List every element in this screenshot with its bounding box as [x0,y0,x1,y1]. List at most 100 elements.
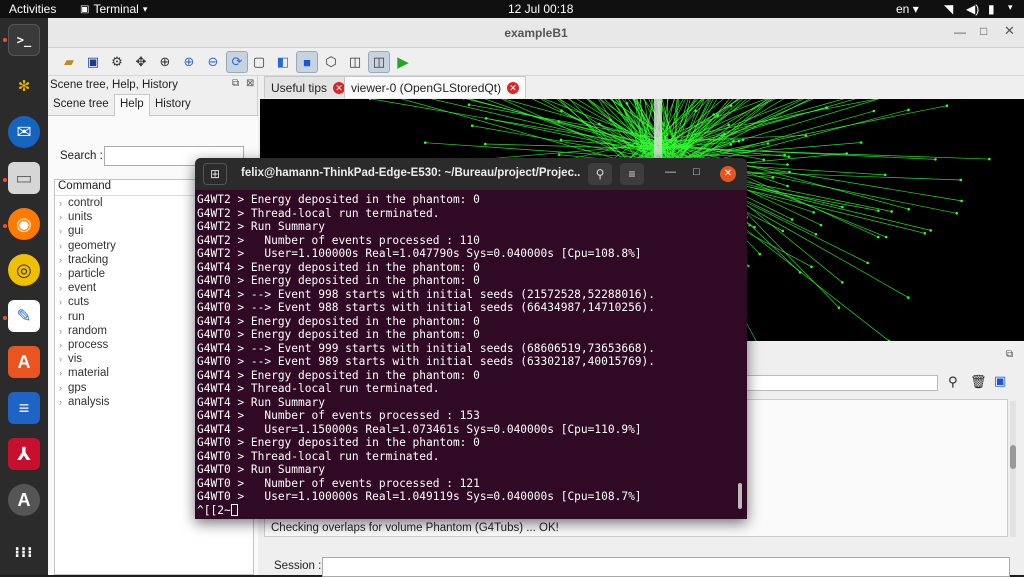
expand-arrow-icon[interactable]: › [59,198,62,208]
tree-item-geometry[interactable]: ›geometry [59,240,116,252]
zoom-out-icon[interactable]: ⊖ [202,51,224,73]
search-icon[interactable]: ⚲ [588,163,612,185]
firefox-dock-icon[interactable]: ◉ [8,208,40,240]
expand-arrow-icon[interactable]: › [59,397,62,407]
battery-icon[interactable]: ▮ [988,2,995,16]
tree-item-control[interactable]: ›control [59,197,103,209]
tree-item-analysis[interactable]: ›analysis [59,396,110,408]
hidden-line-icon[interactable]: ◧ [272,51,294,73]
tab-help[interactable]: Help [114,94,150,116]
expand-arrow-icon[interactable]: › [59,212,62,222]
tree-item-process[interactable]: ›process [59,339,108,351]
tab-viewer-0[interactable]: viewer-0 (OpenGLStoredQt) ✕ [344,76,526,98]
expand-arrow-icon[interactable]: › [59,297,62,307]
thunderbird-dock-icon[interactable]: ✉ [8,116,40,148]
expand-arrow-icon[interactable]: › [59,312,62,322]
expand-arrow-icon[interactable]: › [59,283,62,293]
tab-scene-tree[interactable]: Scene tree [50,98,112,110]
software-center-dock-icon[interactable]: A [8,346,40,378]
rhythmbox-dock-icon[interactable]: ◎ [8,254,40,286]
track-endpoint [877,209,880,212]
terminal-dock-icon[interactable]: >_ [8,24,40,56]
expand-arrow-icon[interactable]: › [59,269,62,279]
expand-arrow-icon[interactable]: › [59,226,62,236]
close-tab-icon[interactable]: ✕ [507,82,519,94]
ortho-selected-icon[interactable]: ◫ [368,51,390,73]
tree-item-units[interactable]: ›units [59,211,92,223]
ortho-icon[interactable]: ◫ [344,51,366,73]
expand-arrow-icon[interactable]: › [59,368,62,378]
text-editor-dock-icon[interactable]: ✎ [8,300,40,332]
solid-icon[interactable]: ■ [296,51,318,73]
maximize-icon[interactable]: □ [980,24,987,38]
close-icon[interactable]: ✕ [1004,23,1015,39]
wifi-icon[interactable]: ◥ [944,2,953,16]
tree-item-material[interactable]: ›material [59,367,109,379]
float-output-icon[interactable]: ⧉ [1006,349,1013,360]
expand-arrow-icon[interactable]: › [59,340,62,350]
save-output-icon[interactable]: ▣ [994,373,1006,389]
tab-history[interactable]: History [152,98,194,110]
track-endpoint [758,253,761,256]
app-menu[interactable]: ▣ Terminal ▾ [80,2,147,16]
tree-item-run[interactable]: ›run [59,311,85,323]
tab-useful-tips[interactable]: Useful tips ✕ [264,76,352,98]
show-apps-grid-icon[interactable]: ⁝⁝⁝ [8,536,40,568]
clock[interactable]: 12 Jul 00:18 [508,2,573,16]
system-menu-chevron-icon[interactable]: ▾ [1008,2,1013,13]
perspective-icon[interactable]: ⬡ [320,51,342,73]
save-icon[interactable]: ▣ [82,51,104,73]
expand-arrow-icon[interactable]: › [59,383,62,393]
zoom-in-icon[interactable]: ⊕ [178,51,200,73]
close-panel-icon[interactable]: ⊠ [246,78,254,89]
expand-arrow-icon[interactable]: › [59,241,62,251]
hamburger-menu-icon[interactable]: ≡ [620,163,644,185]
expand-arrow-icon[interactable]: › [59,354,62,364]
minimize-icon[interactable]: — [954,25,966,39]
tree-item-event[interactable]: ›event [59,282,96,294]
track-endpoint [424,141,427,144]
track-endpoint [786,185,789,188]
output-filter-input[interactable] [730,375,938,391]
open-folder-icon[interactable]: ▰ [58,51,80,73]
minimize-icon[interactable]: — [665,166,676,178]
wireframe-icon[interactable]: ▢ [248,51,270,73]
tree-item-vis[interactable]: ›vis [59,353,82,365]
maximize-icon[interactable]: □ [693,166,700,178]
keyboard-layout-indicator[interactable]: en ▾ [896,2,919,16]
output-scrollbar[interactable] [1010,401,1016,537]
expand-arrow-icon[interactable]: › [59,255,62,265]
yakyak-dock-icon[interactable]: ✻ [8,70,40,102]
terminal-line: G4WT0 > User=1.100000s Real=1.049119s Sy… [197,490,745,504]
run-beam-icon[interactable]: ▶ [392,51,414,73]
float-panel-icon[interactable]: ⧉ [232,78,239,89]
pick-target-icon[interactable]: ⊕ [154,51,176,73]
pdf-reader-dock-icon[interactable]: ⅄ [8,438,40,470]
tree-item-particle[interactable]: ›particle [59,268,105,280]
window-titlebar[interactable]: exampleB1 — □ ✕ [48,18,1024,48]
activities-button[interactable]: Activities [9,2,56,16]
move-icon[interactable]: ✥ [130,51,152,73]
terminal-title: felix@hamann-ThinkPad-Edge-E530: ~/Burea… [241,167,581,179]
settings-dock-icon[interactable]: A [8,484,40,516]
files-dock-icon[interactable]: ▭ [8,162,40,194]
gear-icon[interactable]: ⚙ [106,51,128,73]
scrollbar-thumb[interactable] [1010,445,1016,469]
tree-item-gps[interactable]: ›gps [59,382,87,394]
new-tab-icon[interactable]: ⊞ [203,163,227,185]
tree-item-tracking[interactable]: ›tracking [59,254,108,266]
trash-icon[interactable]: 🗑 [970,374,987,390]
terminal-headerbar[interactable]: ⊞ felix@hamann-ThinkPad-Edge-E530: ~/Bur… [195,158,747,190]
volume-icon[interactable]: ◀) [966,2,979,16]
tree-item-random[interactable]: ›random [59,325,107,337]
tree-item-cuts[interactable]: ›cuts [59,296,89,308]
writer-dock-icon[interactable]: ≡ [8,392,40,424]
close-icon[interactable]: ✕ [720,166,736,182]
terminal-scrollbar-thumb[interactable] [738,483,742,509]
terminal-prompt-line[interactable]: ^[[2~ [197,504,745,518]
terminal-output[interactable]: G4WT2 > Energy deposited in the phantom:… [197,193,745,517]
session-input[interactable] [322,557,1010,577]
expand-arrow-icon[interactable]: › [59,326,62,336]
rotate-icon[interactable]: ⟳ [226,51,248,73]
tree-item-gui[interactable]: ›gui [59,225,83,237]
